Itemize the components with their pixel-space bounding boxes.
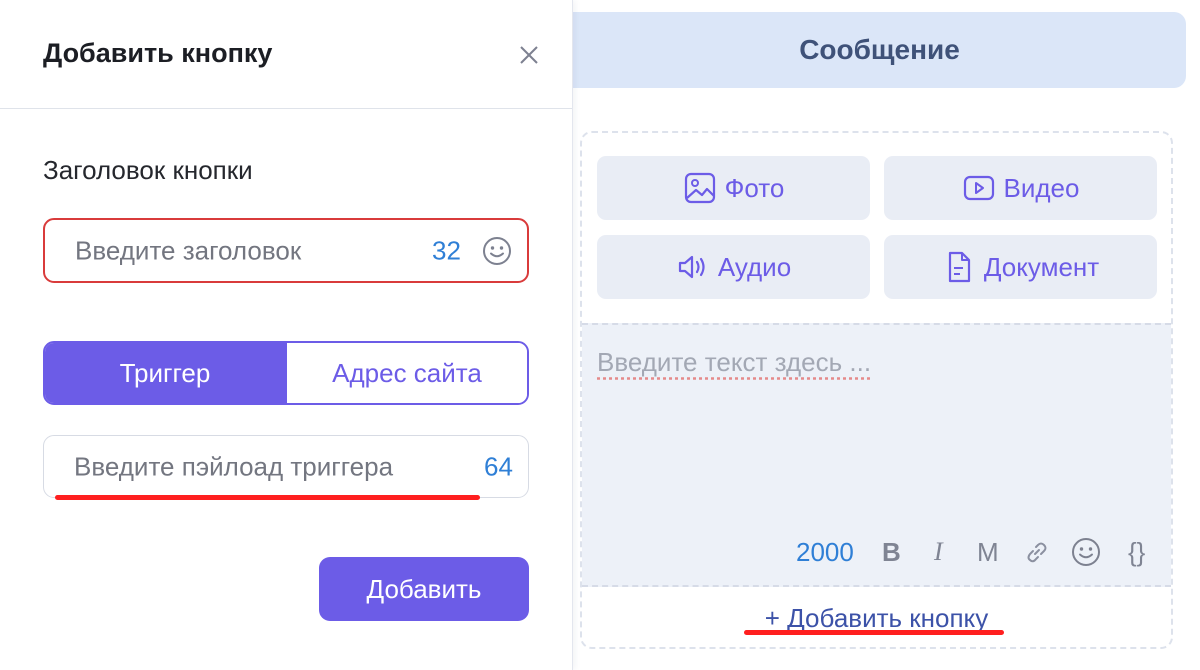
photo-icon bbox=[684, 172, 715, 204]
close-icon[interactable] bbox=[512, 38, 546, 72]
tab-website-url[interactable]: Адрес сайта bbox=[285, 343, 527, 403]
message-text-area[interactable]: Введите текст здесь ... 2000 B I M {} bbox=[582, 323, 1171, 587]
add-button[interactable]: Добавить bbox=[319, 557, 529, 621]
add-button-modal: Добавить кнопку Заголовок кнопки Введите… bbox=[0, 0, 573, 670]
document-label: Документ bbox=[983, 251, 1100, 282]
message-text-placeholder: Введите текст здесь ... bbox=[597, 347, 872, 377]
emoji-icon[interactable] bbox=[481, 235, 513, 267]
trigger-payload-field[interactable]: Введите пэйлоад триггера 64 bbox=[43, 435, 529, 498]
emoji-icon[interactable] bbox=[1070, 535, 1102, 569]
payload-char-counter: 64 bbox=[484, 451, 513, 481]
video-button[interactable]: Видео bbox=[884, 156, 1157, 220]
video-icon bbox=[963, 175, 994, 201]
message-char-counter: 2000 bbox=[796, 537, 854, 567]
photo-button[interactable]: Фото bbox=[597, 156, 870, 220]
message-header-title: Сообщение bbox=[799, 34, 960, 65]
document-button[interactable]: Документ bbox=[884, 235, 1157, 299]
bold-button[interactable]: B bbox=[882, 535, 901, 569]
document-icon bbox=[948, 251, 970, 283]
photo-label: Фото bbox=[724, 172, 785, 203]
audio-icon bbox=[678, 255, 705, 279]
link-icon[interactable] bbox=[1022, 535, 1052, 569]
title-char-counter: 32 bbox=[432, 235, 461, 265]
annotation-underline bbox=[55, 495, 480, 500]
button-title-field[interactable]: Введите заголовок 32 bbox=[43, 218, 529, 283]
variables-button[interactable]: {} bbox=[1128, 535, 1145, 569]
message-header: Сообщение bbox=[520, 12, 1186, 88]
button-title-label: Заголовок кнопки bbox=[43, 155, 253, 185]
modal-title: Добавить кнопку bbox=[43, 38, 273, 68]
action-type-toggle: Триггер Адрес сайта bbox=[43, 341, 529, 405]
video-label: Видео bbox=[1003, 172, 1080, 203]
annotation-underline bbox=[744, 630, 1004, 635]
modal-header: Добавить кнопку bbox=[0, 0, 572, 109]
audio-button[interactable]: Аудио bbox=[597, 235, 870, 299]
tab-trigger[interactable]: Триггер bbox=[45, 343, 285, 403]
format-toolbar: 2000 B I M {} bbox=[582, 531, 1171, 571]
italic-button[interactable]: I bbox=[934, 535, 943, 569]
button-title-placeholder: Введите заголовок bbox=[75, 235, 302, 265]
audio-label: Аудио bbox=[717, 251, 792, 282]
trigger-payload-placeholder: Введите пэйлоад триггера bbox=[74, 451, 394, 481]
monospace-button[interactable]: M bbox=[977, 535, 999, 569]
message-editor: Фото Видео Аудио Документ Введите текст … bbox=[580, 131, 1173, 649]
